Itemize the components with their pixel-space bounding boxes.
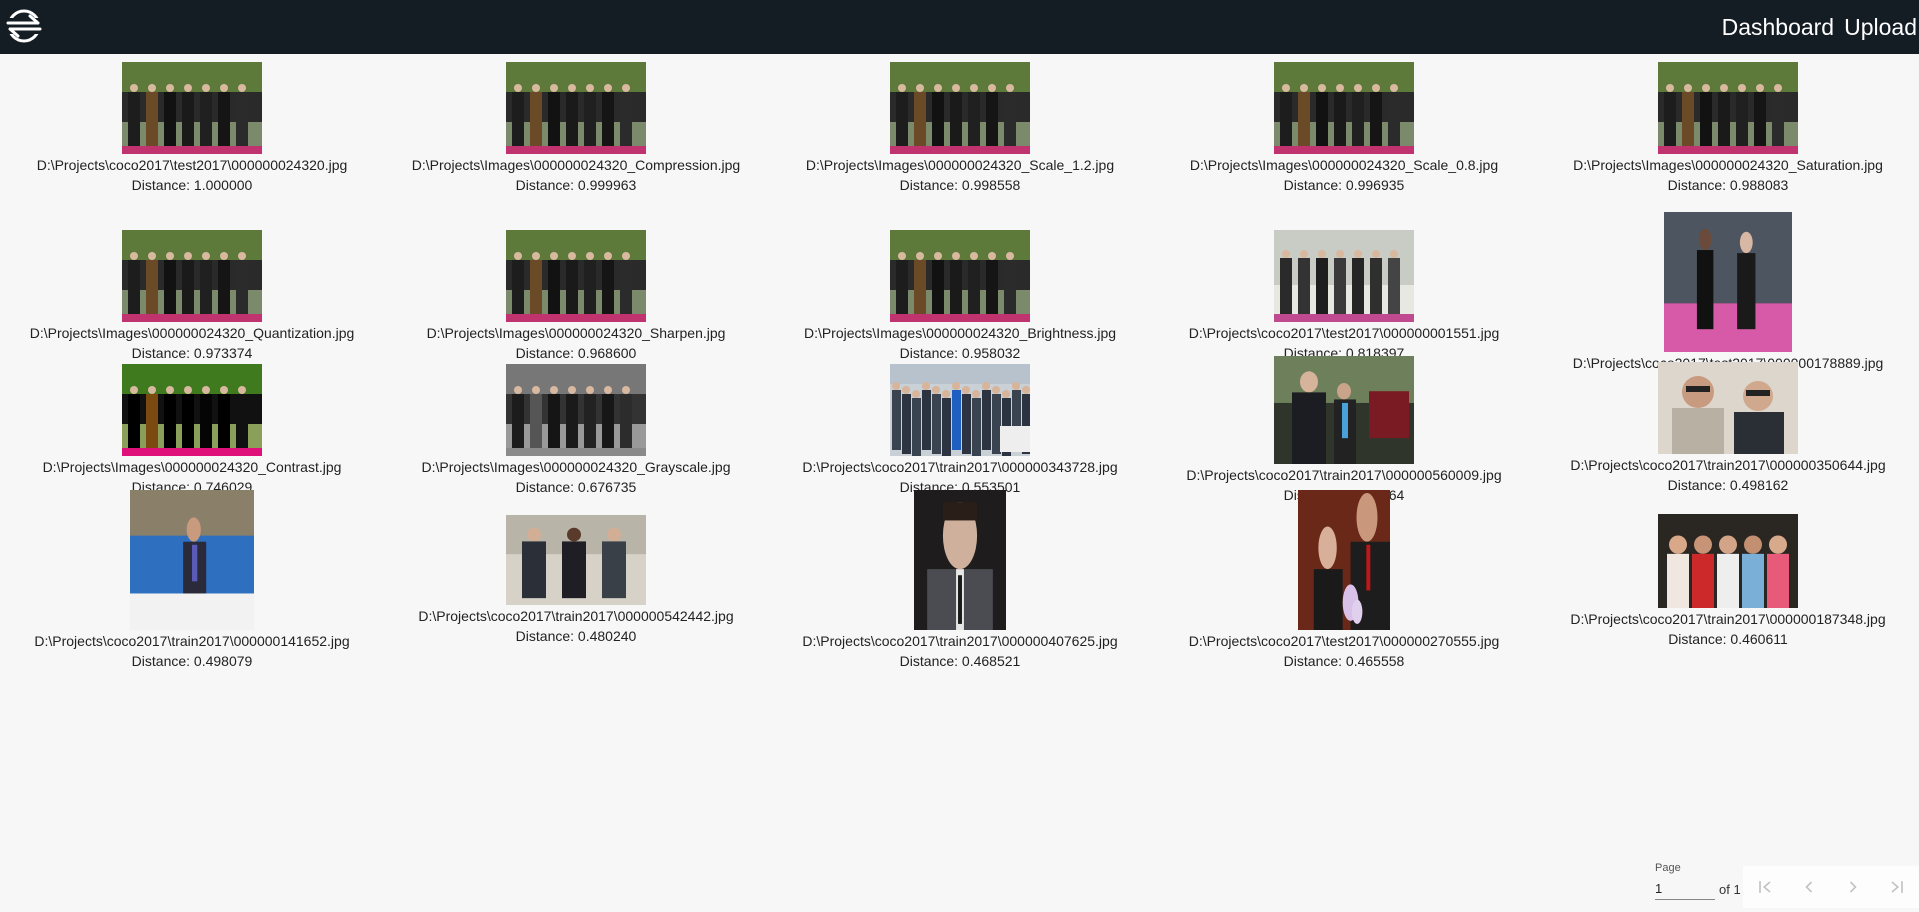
- result-thumbnail[interactable]: [130, 490, 254, 630]
- swap-arrows-logo-icon[interactable]: [2, 6, 46, 46]
- result-card: D:\Projects\coco2017\train2017\000000350…: [1536, 362, 1919, 495]
- result-file-path: D:\Projects\Images\000000024320_Compress…: [411, 157, 741, 173]
- result-thumbnail[interactable]: [1658, 514, 1798, 608]
- page-label: Page: [1655, 862, 1681, 874]
- result-file-path: D:\Projects\Images\000000024320_Sharpen.…: [426, 325, 726, 341]
- result-card: D:\Projects\Images\000000024320_Grayscal…: [384, 364, 768, 497]
- result-file-path: D:\Projects\coco2017\train2017\000000343…: [802, 459, 1118, 475]
- result-distance: Distance: 0.998558: [899, 177, 1021, 193]
- last-page-button[interactable]: [1882, 872, 1912, 902]
- result-card: D:\Projects\Images\000000024320_Saturati…: [1536, 62, 1919, 195]
- result-card: D:\Projects\coco2017\train2017\000000343…: [768, 364, 1152, 497]
- result-thumbnail[interactable]: [506, 230, 646, 322]
- result-file-path: D:\Projects\Images\000000024320_Saturati…: [1573, 157, 1883, 173]
- result-thumbnail[interactable]: [890, 364, 1030, 456]
- result-thumbnail[interactable]: [1274, 230, 1414, 322]
- result-file-path: D:\Projects\coco2017\train2017\000000560…: [1186, 467, 1502, 483]
- result-thumbnail[interactable]: [506, 515, 646, 605]
- result-file-path: D:\Projects\coco2017\test2017\0000000243…: [36, 157, 348, 173]
- result-card: D:\Projects\coco2017\test2017\0000002705…: [1152, 490, 1536, 671]
- result-distance: Distance: 0.958032: [899, 345, 1021, 361]
- nav-dashboard-link[interactable]: Dashboard: [1717, 14, 1840, 41]
- result-distance: Distance: 0.988083: [1667, 177, 1789, 193]
- paginator: Page of 1: [1639, 854, 1919, 912]
- previous-page-icon: [1805, 881, 1813, 893]
- first-page-icon: [1759, 881, 1771, 893]
- result-thumbnail[interactable]: [506, 62, 646, 154]
- result-distance: Distance: 0.996935: [1283, 177, 1405, 193]
- page-count-text: of 1: [1719, 882, 1741, 897]
- nav-upload-link[interactable]: Upload: [1839, 14, 1919, 41]
- result-card: D:\Projects\Images\000000024320_Compress…: [384, 62, 768, 195]
- result-card: D:\Projects\coco2017\train2017\000000542…: [384, 515, 768, 646]
- result-file-path: D:\Projects\coco2017\train2017\000000407…: [802, 633, 1118, 649]
- result-thumbnail[interactable]: [122, 62, 262, 154]
- result-distance: Distance: 0.498162: [1667, 477, 1789, 493]
- result-card: D:\Projects\Images\000000024320_Brightne…: [768, 230, 1152, 363]
- result-distance: Distance: 1.000000: [131, 177, 253, 193]
- top-app-bar: Dashboard Upload: [0, 0, 1919, 54]
- result-card: D:\Projects\coco2017\train2017\000000560…: [1152, 356, 1536, 505]
- result-file-path: D:\Projects\coco2017\train2017\000000187…: [1570, 611, 1886, 627]
- result-card: D:\Projects\Images\000000024320_Contrast…: [0, 364, 384, 497]
- result-card: D:\Projects\coco2017\test2017\0000000015…: [1152, 230, 1536, 363]
- result-distance: Distance: 0.468521: [899, 653, 1021, 669]
- result-card: D:\Projects\Images\000000024320_Quantiza…: [0, 230, 384, 363]
- result-card: D:\Projects\coco2017\train2017\000000407…: [768, 490, 1152, 671]
- result-file-path: D:\Projects\Images\000000024320_Contrast…: [42, 459, 342, 475]
- page-number-input[interactable]: [1655, 878, 1715, 900]
- result-file-path: D:\Projects\Images\000000024320_Grayscal…: [421, 459, 731, 475]
- result-file-path: D:\Projects\coco2017\test2017\0000000015…: [1188, 325, 1500, 341]
- result-card: D:\Projects\Images\000000024320_Scale_1.…: [768, 62, 1152, 195]
- result-distance: Distance: 0.465558: [1283, 653, 1405, 669]
- result-card: D:\Projects\coco2017\train2017\000000141…: [0, 490, 384, 671]
- result-file-path: D:\Projects\coco2017\test2017\0000002705…: [1188, 633, 1500, 649]
- previous-page-button[interactable]: [1794, 872, 1824, 902]
- result-card: D:\Projects\Images\000000024320_Scale_0.…: [1152, 62, 1536, 195]
- result-thumbnail[interactable]: [506, 364, 646, 456]
- result-distance: Distance: 0.968600: [515, 345, 637, 361]
- result-distance: Distance: 0.999963: [515, 177, 637, 193]
- result-thumbnail[interactable]: [1664, 212, 1792, 352]
- result-thumbnail[interactable]: [1658, 362, 1798, 454]
- pager-buttons: [1743, 866, 1919, 908]
- result-thumbnail[interactable]: [1274, 62, 1414, 154]
- result-file-path: D:\Projects\Images\000000024320_Scale_0.…: [1189, 157, 1499, 173]
- result-file-path: D:\Projects\Images\000000024320_Scale_1.…: [805, 157, 1115, 173]
- result-file-path: D:\Projects\Images\000000024320_Quantiza…: [29, 325, 355, 341]
- result-card: D:\Projects\coco2017\train2017\000000187…: [1536, 514, 1919, 649]
- result-distance: Distance: 0.480240: [515, 628, 637, 644]
- result-card: D:\Projects\coco2017\test2017\0000000243…: [0, 62, 384, 195]
- result-file-path: D:\Projects\Images\000000024320_Brightne…: [803, 325, 1117, 341]
- next-page-button[interactable]: [1838, 872, 1868, 902]
- nav-links: Dashboard Upload: [1717, 0, 1919, 54]
- result-thumbnail[interactable]: [890, 230, 1030, 322]
- result-file-path: D:\Projects\coco2017\train2017\000000350…: [1570, 457, 1886, 473]
- result-file-path: D:\Projects\coco2017\train2017\000000141…: [34, 633, 350, 649]
- result-distance: Distance: 0.676735: [515, 479, 637, 495]
- result-thumbnail[interactable]: [1274, 356, 1414, 464]
- last-page-icon: [1891, 881, 1903, 893]
- next-page-icon: [1849, 881, 1857, 893]
- result-thumbnail[interactable]: [914, 490, 1006, 630]
- result-thumbnail[interactable]: [1298, 490, 1390, 630]
- result-thumbnail[interactable]: [122, 364, 262, 456]
- result-file-path: D:\Projects\coco2017\train2017\000000542…: [418, 608, 734, 624]
- first-page-button[interactable]: [1750, 872, 1780, 902]
- result-card: D:\Projects\Images\000000024320_Sharpen.…: [384, 230, 768, 363]
- result-thumbnail[interactable]: [1658, 62, 1798, 154]
- result-distance: Distance: 0.498079: [131, 653, 253, 669]
- result-distance: Distance: 0.973374: [131, 345, 253, 361]
- result-thumbnail[interactable]: [890, 62, 1030, 154]
- result-thumbnail[interactable]: [122, 230, 262, 322]
- result-distance: Distance: 0.460611: [1668, 631, 1788, 647]
